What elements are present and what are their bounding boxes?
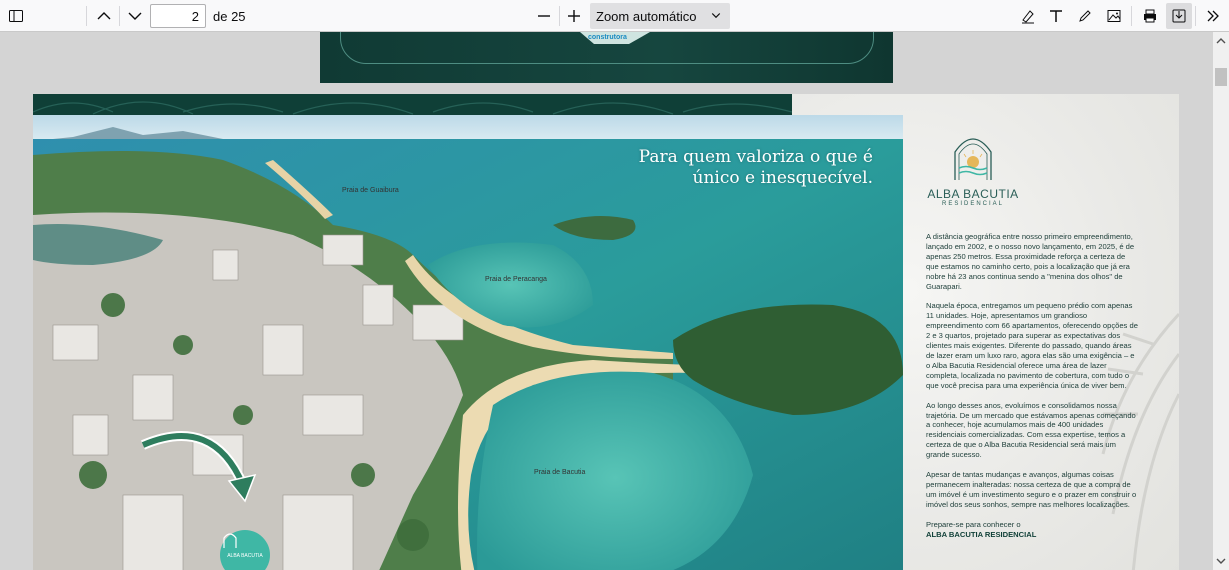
beach-label-guaibura: Praia de Guaibura [342, 187, 399, 194]
logo-subtitle: RESIDENCIAL [941, 201, 1004, 207]
zoom-in-button[interactable] [561, 3, 587, 29]
leaf-pattern-icon [33, 101, 792, 115]
toolbar-separator [1131, 6, 1132, 26]
paragraph-4: Apesar de tantas mudanças e avanços, alg… [926, 470, 1137, 509]
page1-brand-tag: construtora [588, 34, 627, 41]
chevron-down-icon [711, 13, 721, 19]
scroll-up-icon[interactable] [1216, 36, 1226, 46]
add-image-button[interactable] [1101, 3, 1127, 29]
next-page-button[interactable] [122, 3, 148, 29]
body-text: A distância geográfica entre nosso prime… [926, 232, 1138, 539]
beach-label-bacutia: Praia de Bacutia [534, 469, 586, 476]
headline-line-1: Para quem valoriza o que é [638, 147, 873, 167]
previous-page-button[interactable] [91, 3, 117, 29]
pdf-toolbar: de 25 Zoom automático [0, 0, 1229, 32]
page-total-label: de 25 [213, 9, 246, 24]
arch-logo-icon [223, 533, 237, 548]
photo-headline: Para quem valoriza o que é único e inesq… [573, 147, 873, 189]
paragraph-1: A distância geográfica entre nosso prime… [926, 232, 1135, 291]
toolbar-separator [1195, 6, 1196, 26]
headline-line-2: único e inesquecível. [692, 168, 873, 188]
zoom-out-button[interactable] [531, 3, 557, 29]
scrollbar-thumb[interactable] [1215, 68, 1227, 86]
pdf-page-2: Para quem valoriza o que é único e inesq… [33, 94, 1179, 570]
page-number-input[interactable] [150, 4, 206, 28]
beach-label-peracanga: Praia de Peracanga [485, 276, 547, 283]
badge-label: ALBA BACUTIA [227, 553, 263, 559]
pdf-viewer[interactable]: construtora Para quem valoriza o que é ú… [0, 32, 1213, 570]
paragraph-3: Ao longo desses anos, evoluímos e consol… [926, 400, 1136, 460]
plus-icon [568, 10, 580, 22]
cta-line: Prepare-se para conhecer o [926, 519, 1021, 529]
text-icon [1050, 10, 1062, 22]
scroll-down-icon[interactable] [1216, 556, 1226, 566]
minus-icon [538, 15, 550, 17]
save-icon [1172, 9, 1186, 23]
draw-icon [1079, 10, 1091, 22]
draw-button[interactable] [1072, 3, 1098, 29]
highlight-icon [1022, 10, 1034, 24]
arrow-up-icon [97, 12, 111, 20]
print-icon [1144, 9, 1156, 23]
highlight-button[interactable] [1015, 3, 1041, 29]
alba-arch-logo-icon [954, 138, 992, 180]
add-text-button[interactable] [1043, 3, 1069, 29]
toolbar-separator [559, 6, 560, 26]
toolbar-separator [86, 6, 87, 26]
image-icon [1107, 10, 1121, 22]
paragraph-2: Naquela época, entregamos um pequeno pré… [926, 301, 1138, 390]
save-button[interactable] [1166, 3, 1192, 29]
zoom-select[interactable]: Zoom automático [590, 3, 730, 29]
aerial-photo: Para quem valoriza o que é único e inesq… [33, 115, 903, 570]
logo-name: ALBA BACUTIA [927, 187, 1019, 201]
pdf-page-1: construtora [320, 32, 893, 83]
sidebar-toggle-button[interactable] [3, 3, 29, 29]
cta-brand: ALBA BACUTIA RESIDENCIAL [926, 529, 1037, 539]
leaf-pattern-band [33, 94, 792, 115]
zoom-select-label: Zoom automático [596, 8, 697, 24]
arrow-down-icon [128, 12, 142, 20]
more-tools-icon [1207, 10, 1219, 22]
more-tools-button[interactable] [1200, 3, 1226, 29]
vertical-scrollbar[interactable] [1213, 32, 1229, 570]
toolbar-separator [119, 6, 120, 26]
print-button[interactable] [1137, 3, 1163, 29]
sidebar-toggle-icon [9, 10, 23, 22]
